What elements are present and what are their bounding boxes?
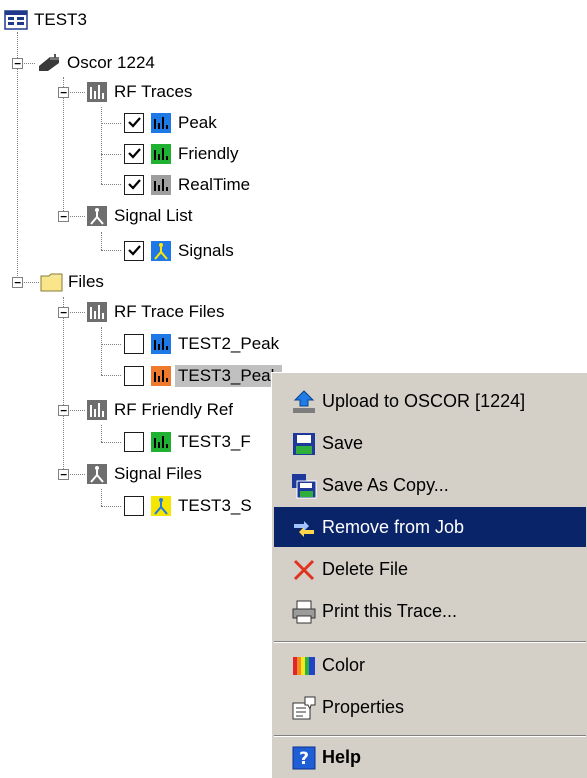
friendly-checkbox[interactable] bbox=[124, 144, 144, 164]
collapse-rf-traces-toggle[interactable] bbox=[58, 87, 69, 98]
test2-peak-label[interactable]: TEST2_Peak bbox=[178, 333, 279, 355]
rf-trace-files-label[interactable]: RF Trace Files bbox=[114, 301, 225, 323]
menu-print-trace-label: Print this Trace... bbox=[322, 601, 458, 621]
check-mark-icon bbox=[128, 179, 141, 190]
collapse-signal-list-toggle[interactable] bbox=[58, 211, 69, 222]
signal-files-label[interactable]: Signal Files bbox=[114, 463, 202, 485]
properties-icon bbox=[292, 696, 316, 720]
menu-delete-file[interactable]: Delete File bbox=[274, 549, 586, 589]
rf-trace-files-icon bbox=[87, 302, 107, 322]
save-as-copy-icon bbox=[292, 474, 317, 499]
menu-upload-to-oscor[interactable]: Upload to OSCOR [1224] bbox=[274, 381, 586, 421]
test3-signals-checkbox[interactable] bbox=[124, 496, 144, 516]
collapse-rf-trace-files-toggle[interactable] bbox=[58, 307, 69, 318]
signals-icon bbox=[151, 241, 171, 261]
check-mark-icon bbox=[128, 148, 141, 159]
folder-icon bbox=[40, 273, 63, 292]
delete-icon bbox=[293, 559, 315, 581]
realtime-trace-icon bbox=[151, 175, 171, 195]
collapse-device-toggle[interactable] bbox=[12, 58, 23, 69]
menu-remove-from-job[interactable]: Remove from Job bbox=[274, 507, 586, 547]
oscor-device-icon bbox=[39, 54, 59, 71]
test2-peak-trace-icon bbox=[151, 334, 171, 354]
test3-friendly-trace-icon bbox=[151, 432, 171, 452]
test3-peak-trace-icon bbox=[151, 366, 171, 386]
signal-list-group-icon bbox=[87, 206, 107, 226]
remove-from-job-icon bbox=[294, 521, 314, 537]
rf-friendly-ref-icon bbox=[87, 400, 107, 420]
menu-save[interactable]: Save bbox=[274, 423, 586, 463]
menu-help[interactable]: ? Help bbox=[274, 737, 586, 777]
menu-separator bbox=[274, 641, 586, 643]
rf-traces-group-icon bbox=[87, 82, 107, 102]
signal-list-label[interactable]: Signal List bbox=[114, 205, 192, 227]
realtime-checkbox[interactable] bbox=[124, 175, 144, 195]
test3-signals-icon bbox=[151, 496, 171, 516]
test3-signals-label[interactable]: TEST3_S bbox=[178, 495, 252, 517]
menu-help-label: Help bbox=[322, 747, 362, 767]
menu-color-label: Color bbox=[322, 655, 366, 675]
signals-checkbox[interactable] bbox=[124, 241, 144, 261]
menu-delete-file-label: Delete File bbox=[322, 559, 409, 579]
check-mark-icon bbox=[128, 117, 141, 128]
test3-peak-label[interactable]: TEST3_Peak bbox=[175, 365, 283, 387]
device-label[interactable]: Oscor 1224 bbox=[67, 52, 155, 74]
friendly-trace-icon bbox=[151, 144, 171, 164]
rf-traces-label[interactable]: RF Traces bbox=[114, 81, 192, 103]
svg-text:?: ? bbox=[299, 749, 309, 769]
menu-remove-from-job-label: Remove from Job bbox=[322, 517, 465, 537]
menu-upload-label: Upload to OSCOR [1224] bbox=[322, 391, 526, 411]
peak-trace-icon bbox=[151, 113, 171, 133]
trace-peak-label[interactable]: Peak bbox=[178, 112, 217, 134]
save-icon bbox=[293, 433, 315, 455]
test2-peak-checkbox[interactable] bbox=[124, 334, 144, 354]
job-icon bbox=[4, 10, 28, 30]
signal-files-icon bbox=[87, 464, 107, 484]
menu-color[interactable]: Color bbox=[274, 645, 586, 685]
test3-peak-checkbox[interactable] bbox=[124, 366, 144, 386]
collapse-signal-files-toggle[interactable] bbox=[58, 469, 69, 480]
signals-label[interactable]: Signals bbox=[178, 240, 234, 262]
upload-icon bbox=[293, 390, 315, 413]
rf-friendly-ref-label[interactable]: RF Friendly Ref bbox=[114, 399, 233, 421]
color-palette-icon bbox=[293, 657, 315, 675]
check-mark-icon bbox=[128, 245, 141, 256]
menu-print-trace[interactable]: Print this Trace... bbox=[274, 591, 586, 631]
trace-realtime-label[interactable]: RealTime bbox=[178, 174, 250, 196]
root-label[interactable]: TEST3 bbox=[34, 9, 87, 31]
printer-icon bbox=[292, 600, 316, 624]
files-label[interactable]: Files bbox=[68, 271, 104, 293]
collapse-files-toggle[interactable] bbox=[12, 277, 23, 288]
test3-friendly-label[interactable]: TEST3_F bbox=[178, 431, 251, 453]
help-icon: ? bbox=[292, 746, 316, 770]
context-menu: Upload to OSCOR [1224] Save Save As Copy… bbox=[271, 372, 587, 778]
menu-save-as-copy-label: Save As Copy... bbox=[322, 475, 449, 495]
menu-properties-label: Properties bbox=[322, 697, 405, 717]
menu-save-label: Save bbox=[322, 433, 364, 453]
menu-properties[interactable]: Properties bbox=[274, 687, 586, 727]
collapse-rf-friendly-ref-toggle[interactable] bbox=[58, 405, 69, 416]
peak-checkbox[interactable] bbox=[124, 113, 144, 133]
trace-friendly-label[interactable]: Friendly bbox=[178, 143, 238, 165]
test3-friendly-checkbox[interactable] bbox=[124, 432, 144, 452]
menu-save-as-copy[interactable]: Save As Copy... bbox=[274, 465, 586, 505]
